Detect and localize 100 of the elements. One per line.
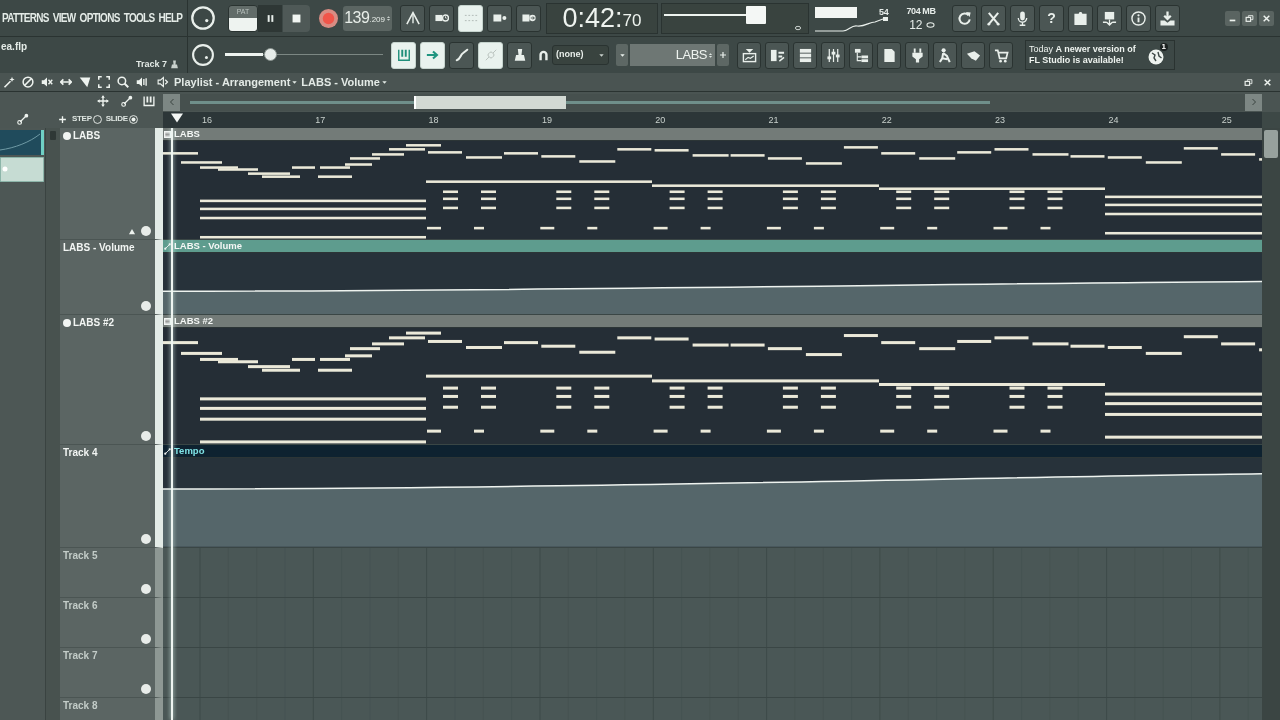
automation-clip[interactable]: LABS - Volume bbox=[163, 240, 1262, 314]
add-pattern-button[interactable] bbox=[717, 44, 729, 66]
close-icon bbox=[1262, 13, 1271, 23]
mute-button[interactable] bbox=[141, 534, 151, 544]
toolbar-button[interactable] bbox=[961, 41, 985, 69]
mode-toggle[interactable]: STEP bbox=[72, 114, 102, 124]
tape-clock-icon bbox=[434, 11, 449, 25]
tempo-field[interactable]: 139.209 bbox=[343, 5, 392, 31]
toolbar-button[interactable] bbox=[1155, 4, 1180, 32]
mute-button[interactable] bbox=[141, 226, 151, 236]
window-graph-icon bbox=[741, 47, 757, 63]
pattern-clip[interactable]: LABS bbox=[163, 128, 1262, 239]
toolbar-button[interactable] bbox=[507, 41, 532, 69]
track-name[interactable]: LABS - Volume bbox=[63, 242, 135, 254]
toolbar-button[interactable] bbox=[989, 41, 1013, 69]
tool-button[interactable] bbox=[16, 112, 30, 126]
scrollbar-thumb[interactable] bbox=[1264, 130, 1278, 158]
pitch-knob[interactable] bbox=[191, 43, 215, 67]
help-button[interactable]: ? bbox=[1039, 4, 1064, 32]
toolbar-button[interactable] bbox=[821, 41, 845, 69]
pattern-selector[interactable]: LABS bbox=[630, 44, 715, 66]
toolbar-button[interactable] bbox=[1126, 4, 1151, 32]
toolbar-button[interactable] bbox=[429, 4, 454, 32]
tool-button[interactable] bbox=[20, 74, 36, 90]
cross-icon bbox=[986, 10, 1001, 26]
clip-thumbnail[interactable] bbox=[0, 130, 44, 155]
globe-icon[interactable] bbox=[1148, 49, 1164, 65]
toolbar-button[interactable] bbox=[1068, 4, 1093, 32]
pattern-menu-button[interactable] bbox=[616, 44, 628, 66]
target-selector[interactable]: LABS - Volume bbox=[301, 73, 380, 91]
slider-thumb[interactable] bbox=[746, 5, 766, 24]
list-icon bbox=[797, 47, 813, 63]
restore-button[interactable] bbox=[1242, 10, 1257, 26]
mute-button[interactable] bbox=[141, 684, 151, 694]
track-name[interactable]: LABS bbox=[73, 130, 101, 142]
track-name[interactable]: LABS #2 bbox=[73, 317, 115, 329]
track-name[interactable]: Track 7 bbox=[63, 650, 98, 662]
horizontal-scrollbar[interactable] bbox=[180, 93, 1245, 111]
automation-clip[interactable]: Tempo bbox=[163, 445, 1262, 547]
chain-icon bbox=[483, 48, 498, 62]
stop-button[interactable] bbox=[283, 4, 310, 32]
slider-thumb[interactable] bbox=[264, 48, 278, 61]
menu-item[interactable]: HELP bbox=[158, 11, 183, 25]
mute-button[interactable] bbox=[141, 431, 151, 441]
notification-count: 1 bbox=[1159, 43, 1168, 51]
toolbar-button[interactable] bbox=[449, 41, 474, 69]
figure-icon bbox=[937, 47, 953, 63]
tripod-icon bbox=[405, 11, 420, 25]
menu-item[interactable]: VIEW bbox=[52, 11, 76, 25]
mute-button[interactable] bbox=[141, 584, 151, 594]
tool-button[interactable] bbox=[115, 74, 131, 90]
toolbar-button[interactable] bbox=[877, 41, 901, 69]
menu-item[interactable]: PATTERNS bbox=[2, 11, 49, 25]
caret-icon bbox=[598, 51, 605, 59]
mode-toggle[interactable] bbox=[229, 18, 257, 31]
toolbar-button[interactable] bbox=[933, 41, 957, 69]
toolbar-button[interactable] bbox=[905, 41, 929, 69]
toolbar-button[interactable] bbox=[952, 4, 977, 32]
track-name[interactable]: Track 6 bbox=[63, 600, 98, 612]
tool-button[interactable] bbox=[96, 74, 112, 90]
memory-reading: 704 MB bbox=[906, 5, 936, 17]
window-title[interactable]: Playlist - Arrangement bbox=[174, 73, 291, 91]
pattern-clip[interactable]: LABS #2 bbox=[163, 315, 1262, 444]
toolbar-button[interactable] bbox=[849, 41, 873, 69]
volume-knob[interactable] bbox=[190, 5, 216, 31]
snap-dropdown[interactable]: (none) bbox=[552, 45, 609, 65]
track-name[interactable]: Track 8 bbox=[63, 700, 98, 712]
tool-button[interactable] bbox=[119, 93, 135, 109]
menu-item[interactable]: TOOLS bbox=[123, 11, 155, 25]
record-button[interactable] bbox=[318, 8, 338, 28]
clip-thumbnail[interactable] bbox=[0, 157, 44, 182]
pause-button[interactable] bbox=[258, 4, 282, 32]
menu-item[interactable]: OPTIONS bbox=[79, 11, 120, 25]
piano-keys-icon bbox=[143, 95, 155, 107]
master-pitch-slider[interactable] bbox=[225, 47, 385, 63]
select-icon bbox=[98, 76, 110, 88]
arrow-icon bbox=[425, 48, 440, 62]
mute-button[interactable] bbox=[141, 634, 151, 644]
toolbar-button[interactable] bbox=[516, 4, 541, 32]
toolbar-button[interactable] bbox=[793, 41, 817, 69]
double-arrow-icon bbox=[60, 76, 72, 88]
caret-icon bbox=[618, 51, 626, 59]
bars-icon bbox=[769, 47, 785, 63]
close-button[interactable] bbox=[1259, 10, 1274, 26]
minimize-button[interactable] bbox=[1225, 10, 1240, 26]
toolbar-button[interactable] bbox=[737, 41, 761, 69]
toolbar-button[interactable] bbox=[1010, 4, 1035, 32]
toolbar-button[interactable] bbox=[1097, 4, 1122, 32]
toolbar-button[interactable] bbox=[400, 4, 425, 32]
mute-button[interactable] bbox=[141, 301, 151, 311]
toolbar-button[interactable] bbox=[487, 4, 512, 32]
scrollbar-thumb[interactable] bbox=[414, 95, 566, 109]
time-display: 0:42:70 bbox=[546, 2, 658, 34]
toolbar-button[interactable] bbox=[981, 4, 1006, 32]
link-icon bbox=[121, 95, 133, 107]
track-name[interactable]: Track 5 bbox=[63, 550, 98, 562]
tool-button[interactable] bbox=[95, 93, 111, 109]
toolbar-button[interactable] bbox=[765, 41, 789, 69]
mode-toggle[interactable]: SLIDE bbox=[105, 114, 138, 124]
track-name[interactable]: Track 4 bbox=[63, 447, 98, 459]
